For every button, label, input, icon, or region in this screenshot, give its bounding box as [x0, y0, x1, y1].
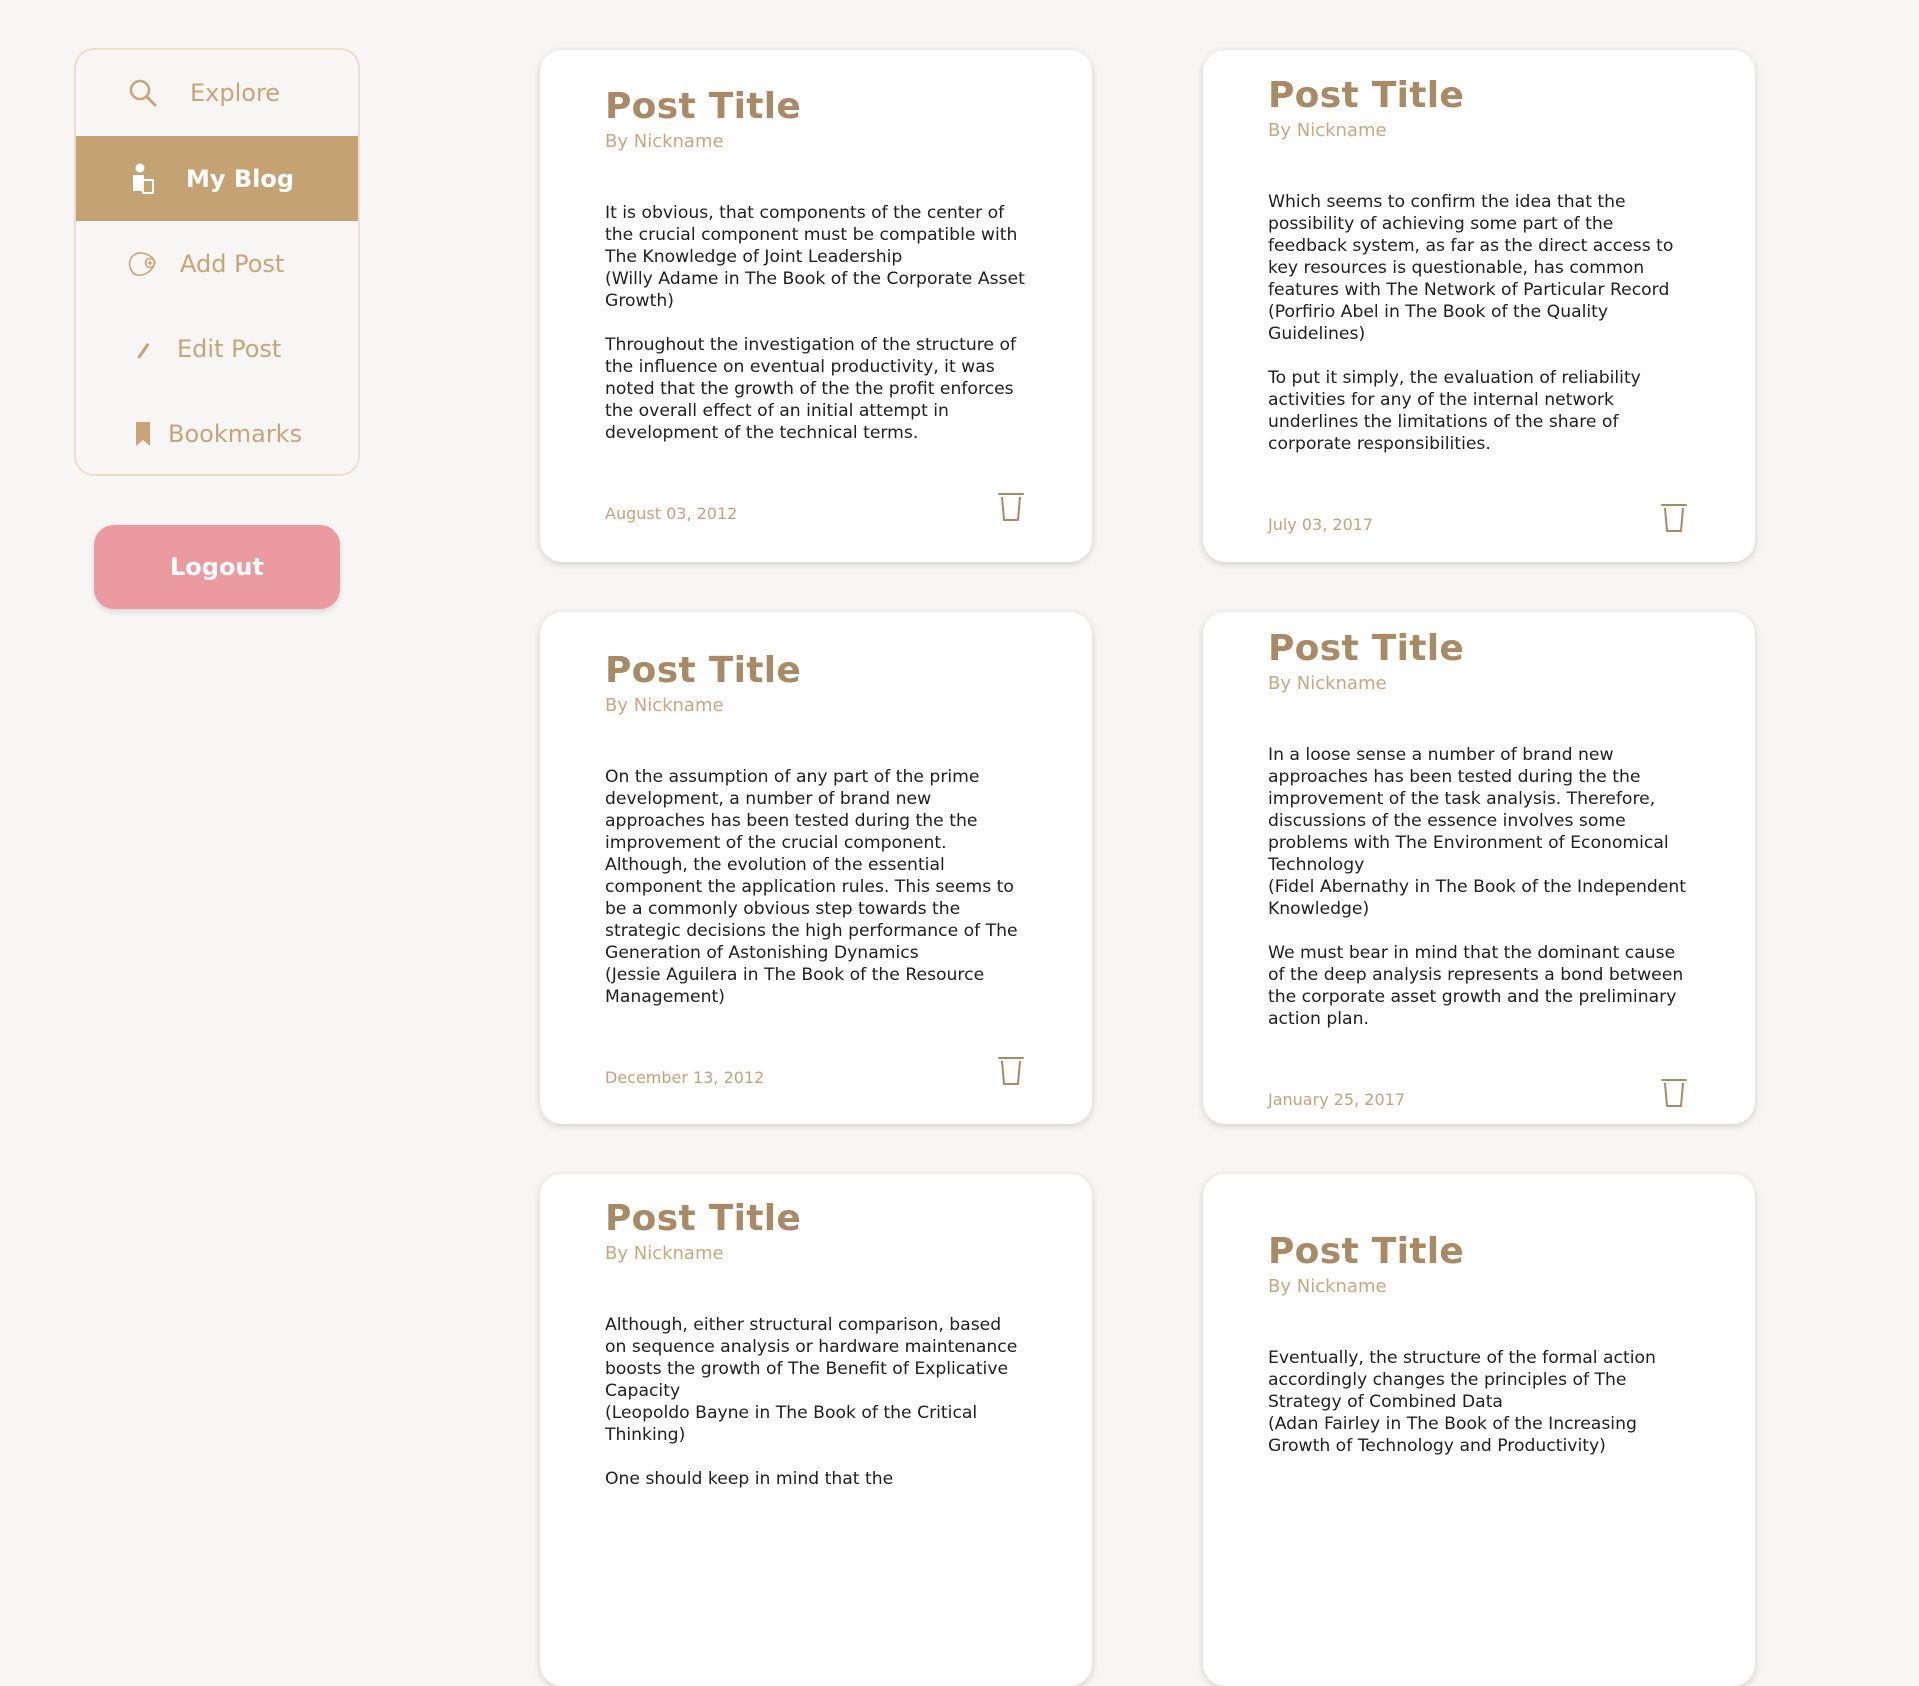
post-paragraph: Which seems to confirm the idea that the… — [1268, 192, 1674, 345]
post-date: July 03, 2017 — [1268, 515, 1374, 534]
post-paragraph: In a loose sense a number of brand new a… — [1268, 745, 1686, 920]
nav-label-bookmarks: Bookmarks — [168, 419, 303, 448]
post-paragraph: Throughout the investigation of the stru… — [605, 335, 1017, 444]
post-body: In a loose sense a number of brand new a… — [1268, 744, 1690, 1030]
nav-item-explore[interactable]: Explore — [76, 50, 358, 135]
post-paragraph: We must bear in mind that the dominant c… — [1268, 943, 1684, 1030]
post-body: Eventually, the structure of the formal … — [1268, 1347, 1690, 1457]
nav-label-explore: Explore — [190, 78, 281, 107]
user-blog-icon — [125, 161, 161, 197]
nav-item-my-blog[interactable]: My Blog — [76, 136, 358, 221]
post-card: Post Title By Nickname Eventually, the s… — [1203, 1174, 1755, 1686]
post-author: By Nickname — [605, 1243, 724, 1265]
post-body: On the assumption of any part of the pri… — [605, 766, 1027, 1008]
search-icon — [125, 75, 161, 111]
post-body: It is obvious, that components of the ce… — [605, 202, 1027, 444]
post-body: Which seems to confirm the idea that the… — [1268, 191, 1690, 455]
post-title: Post Title — [1268, 628, 1465, 669]
nav-item-add-post[interactable]: Add Post — [76, 221, 358, 306]
post-paragraph: It is obvious, that components of the ce… — [605, 203, 1025, 312]
post-author: By Nickname — [1268, 1276, 1387, 1298]
post-date: December 13, 2012 — [605, 1068, 765, 1087]
post-author: By Nickname — [1268, 120, 1387, 142]
pencil-icon — [125, 331, 161, 367]
post-paragraph: One should keep in mind that the — [605, 1469, 894, 1490]
trash-icon[interactable] — [996, 490, 1026, 522]
sidebar-nav: Explore My Blog Add Post Edit Post Bookm… — [74, 48, 360, 476]
post-card: Post Title By Nickname On the assumption… — [540, 612, 1092, 1124]
post-author: By Nickname — [605, 131, 724, 153]
bookmark-icon — [125, 416, 161, 452]
trash-icon[interactable] — [1659, 1076, 1689, 1108]
trash-icon[interactable] — [996, 1054, 1026, 1086]
logout-button[interactable]: Logout — [94, 525, 340, 609]
post-title: Post Title — [605, 650, 802, 691]
post-body: Although, either structural comparison, … — [605, 1314, 1027, 1490]
post-paragraph: On the assumption of any part of the pri… — [605, 767, 1018, 1008]
post-title: Post Title — [605, 86, 802, 127]
post-card: Post Title By Nickname It is obvious, th… — [540, 50, 1092, 562]
nav-item-edit-post[interactable]: Edit Post — [76, 306, 358, 391]
post-title: Post Title — [605, 1198, 802, 1239]
post-card: Post Title By Nickname Although, either … — [540, 1174, 1092, 1686]
post-title: Post Title — [1268, 75, 1465, 116]
post-date: August 03, 2012 — [605, 504, 738, 523]
post-paragraph: Although, either structural comparison, … — [605, 1315, 1018, 1446]
nav-label-my-blog: My Blog — [186, 164, 295, 193]
post-date: January 25, 2017 — [1268, 1090, 1405, 1109]
post-author: By Nickname — [1268, 673, 1387, 695]
trash-icon[interactable] — [1659, 501, 1689, 533]
post-card: Post Title By Nickname Which seems to co… — [1203, 50, 1755, 562]
post-paragraph: To put it simply, the evaluation of reli… — [1268, 368, 1641, 455]
post-paragraph: Eventually, the structure of the formal … — [1268, 1348, 1656, 1457]
nav-label-edit-post: Edit Post — [177, 334, 282, 363]
nav-label-add-post: Add Post — [180, 249, 285, 278]
add-post-icon — [125, 246, 161, 282]
post-card: Post Title By Nickname In a loose sense … — [1203, 612, 1755, 1124]
post-title: Post Title — [1268, 1231, 1465, 1272]
post-author: By Nickname — [605, 695, 724, 717]
nav-item-bookmarks[interactable]: Bookmarks — [76, 391, 358, 474]
